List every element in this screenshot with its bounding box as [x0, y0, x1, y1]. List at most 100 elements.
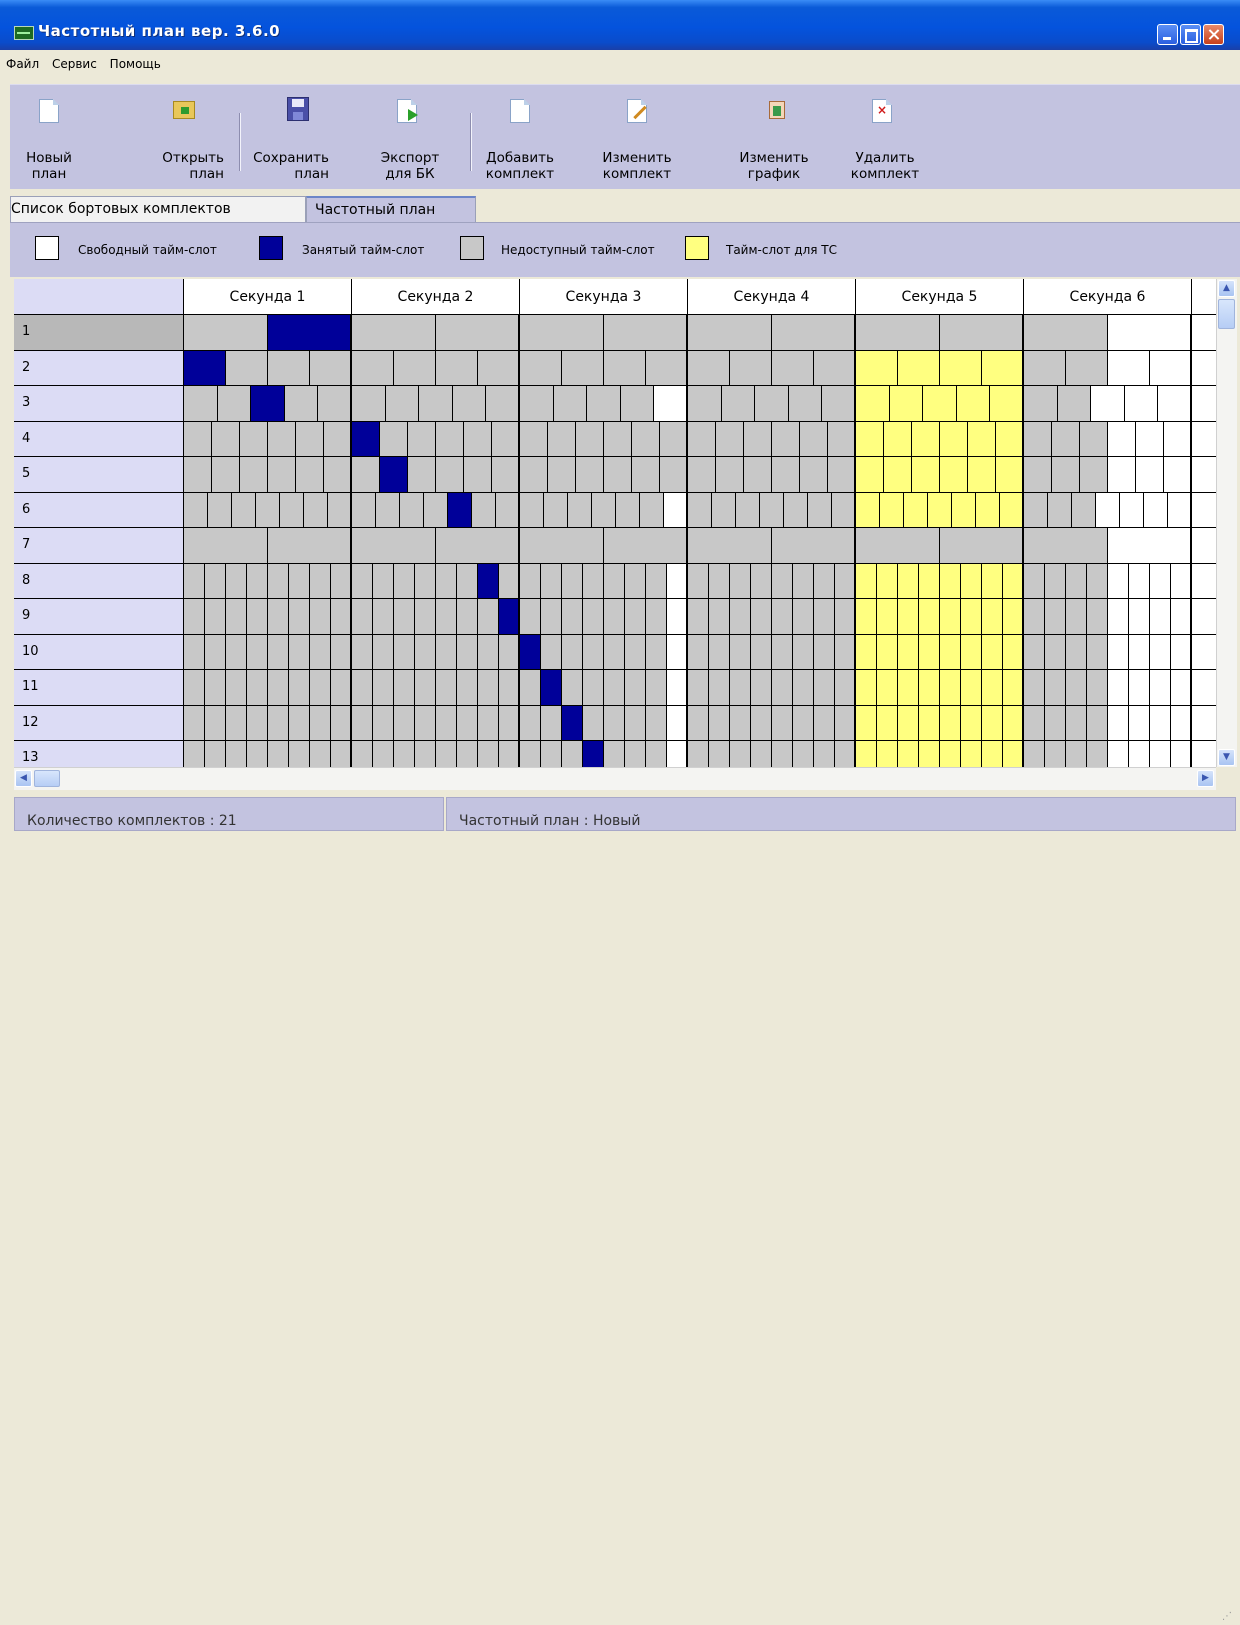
row-header[interactable]: 13: [14, 741, 184, 767]
timeslot-unavailable[interactable]: [394, 705, 415, 741]
timeslot-unavailable[interactable]: [856, 315, 940, 351]
timeslot-unavailable[interactable]: [1087, 634, 1108, 670]
timeslot-unavailable[interactable]: [247, 599, 268, 635]
timeslot-unavailable[interactable]: [587, 386, 621, 422]
timeslot-unavailable[interactable]: [352, 315, 436, 351]
timeslot-free[interactable]: [1129, 634, 1150, 670]
timeslot-unavailable[interactable]: [755, 386, 789, 422]
timeslot-unavailable[interactable]: [226, 350, 268, 386]
timeslot-unavailable[interactable]: [1045, 705, 1066, 741]
tab-kit-list[interactable]: Список бортовых комплектов: [10, 196, 306, 222]
timeslot-tc[interactable]: [919, 705, 940, 741]
timeslot-unavailable[interactable]: [226, 741, 247, 767]
timeslot-unavailable[interactable]: [625, 599, 646, 635]
timeslot-unavailable[interactable]: [310, 599, 331, 635]
timeslot-unavailable[interactable]: [385, 386, 420, 422]
timeslot-tc[interactable]: [968, 457, 996, 493]
timeslot-unavailable[interactable]: [721, 386, 756, 422]
timeslot-unavailable[interactable]: [247, 741, 268, 767]
timeslot-tc[interactable]: [856, 421, 884, 457]
timeslot-unavailable[interactable]: [310, 670, 331, 706]
timeslot-tc[interactable]: [940, 563, 961, 599]
timeslot-unavailable[interactable]: [352, 670, 373, 706]
timeslot-unavailable[interactable]: [331, 563, 352, 599]
timeslot-free[interactable]: [1150, 350, 1192, 386]
timeslot-unavailable[interactable]: [496, 492, 520, 528]
timeslot-tc[interactable]: [912, 421, 940, 457]
row-header[interactable]: 11: [14, 670, 184, 706]
timeslot-unavailable[interactable]: [940, 315, 1024, 351]
timeslot-unavailable[interactable]: [289, 705, 310, 741]
timeslot-tc[interactable]: [898, 599, 919, 635]
timeslot-tc[interactable]: [961, 670, 982, 706]
timeslot-unavailable[interactable]: [268, 705, 289, 741]
timeslot-unavailable[interactable]: [268, 563, 289, 599]
timeslot-unavailable[interactable]: [688, 741, 709, 767]
timeslot-unavailable[interactable]: [730, 350, 772, 386]
timeslot-unavailable[interactable]: [751, 705, 772, 741]
timeslot-unavailable[interactable]: [646, 563, 667, 599]
timeslot-free[interactable]: [1108, 705, 1129, 741]
timeslot-unavailable[interactable]: [478, 741, 499, 767]
timeslot-unavailable[interactable]: [499, 563, 520, 599]
row-header[interactable]: 7: [14, 528, 184, 564]
timeslot-unavailable[interactable]: [576, 457, 604, 493]
scroll-up-icon[interactable]: ▲: [1218, 280, 1235, 297]
timeslot-unavailable[interactable]: [304, 492, 328, 528]
timeslot-unavailable[interactable]: [772, 457, 800, 493]
timeslot-unavailable[interactable]: [1024, 421, 1052, 457]
timeslot-unavailable[interactable]: [832, 492, 856, 528]
timeslot-busy[interactable]: [478, 563, 499, 599]
menu-help[interactable]: Помощь: [104, 52, 164, 71]
frequency-plan-grid[interactable]: Секунда 1 Секунда 2 Секунда 3 Секунда 4 Секу…: [14, 279, 1216, 767]
timeslot-tc[interactable]: [856, 634, 877, 670]
timeslot-unavailable[interactable]: [247, 670, 268, 706]
timeslot-unavailable[interactable]: [688, 670, 709, 706]
timeslot-unavailable[interactable]: [541, 705, 562, 741]
timeslot-unavailable[interactable]: [457, 599, 478, 635]
timeslot-unavailable[interactable]: [499, 741, 520, 767]
timeslot-free[interactable]: [1192, 670, 1216, 706]
timeslot-unavailable[interactable]: [646, 634, 667, 670]
timeslot-unavailable[interactable]: [856, 528, 940, 564]
timeslot-unavailable[interactable]: [296, 421, 324, 457]
timeslot-unavailable[interactable]: [814, 705, 835, 741]
new-plan-button[interactable]: Новый план: [24, 89, 74, 185]
timeslot-unavailable[interactable]: [788, 386, 823, 422]
timeslot-unavailable[interactable]: [232, 492, 256, 528]
timeslot-free[interactable]: [1150, 741, 1171, 767]
timeslot-unavailable[interactable]: [640, 492, 664, 528]
timeslot-unavailable[interactable]: [408, 421, 436, 457]
timeslot-unavailable[interactable]: [541, 634, 562, 670]
timeslot-busy[interactable]: [583, 741, 604, 767]
timeslot-unavailable[interactable]: [478, 350, 520, 386]
timeslot-free[interactable]: [1171, 705, 1192, 741]
resize-grip-icon[interactable]: ⋰: [1222, 1611, 1236, 1625]
timeslot-unavailable[interactable]: [240, 421, 268, 457]
timeslot-unavailable[interactable]: [184, 563, 205, 599]
timeslot-unavailable[interactable]: [835, 741, 856, 767]
timeslot-unavailable[interactable]: [604, 599, 625, 635]
timeslot-unavailable[interactable]: [289, 563, 310, 599]
timeslot-unavailable[interactable]: [688, 421, 716, 457]
timeslot-tc[interactable]: [898, 634, 919, 670]
row-header[interactable]: 4: [14, 421, 184, 457]
timeslot-free[interactable]: [1108, 741, 1129, 767]
timeslot-unavailable[interactable]: [562, 741, 583, 767]
timeslot-tc[interactable]: [889, 386, 924, 422]
timeslot-free[interactable]: [654, 386, 688, 422]
timeslot-unavailable[interactable]: [452, 386, 487, 422]
timeslot-unavailable[interactable]: [268, 421, 296, 457]
timeslot-unavailable[interactable]: [289, 599, 310, 635]
vertical-scroll-thumb[interactable]: [1218, 299, 1235, 329]
timeslot-unavailable[interactable]: [289, 634, 310, 670]
timeslot-unavailable[interactable]: [583, 599, 604, 635]
timeslot-unavailable[interactable]: [205, 563, 226, 599]
timeslot-free[interactable]: [1171, 563, 1192, 599]
timeslot-unavailable[interactable]: [709, 670, 730, 706]
timeslot-busy[interactable]: [184, 350, 226, 386]
timeslot-tc[interactable]: [956, 386, 991, 422]
timeslot-unavailable[interactable]: [1045, 741, 1066, 767]
timeslot-unavailable[interactable]: [1024, 492, 1048, 528]
timeslot-free[interactable]: [1108, 528, 1192, 564]
